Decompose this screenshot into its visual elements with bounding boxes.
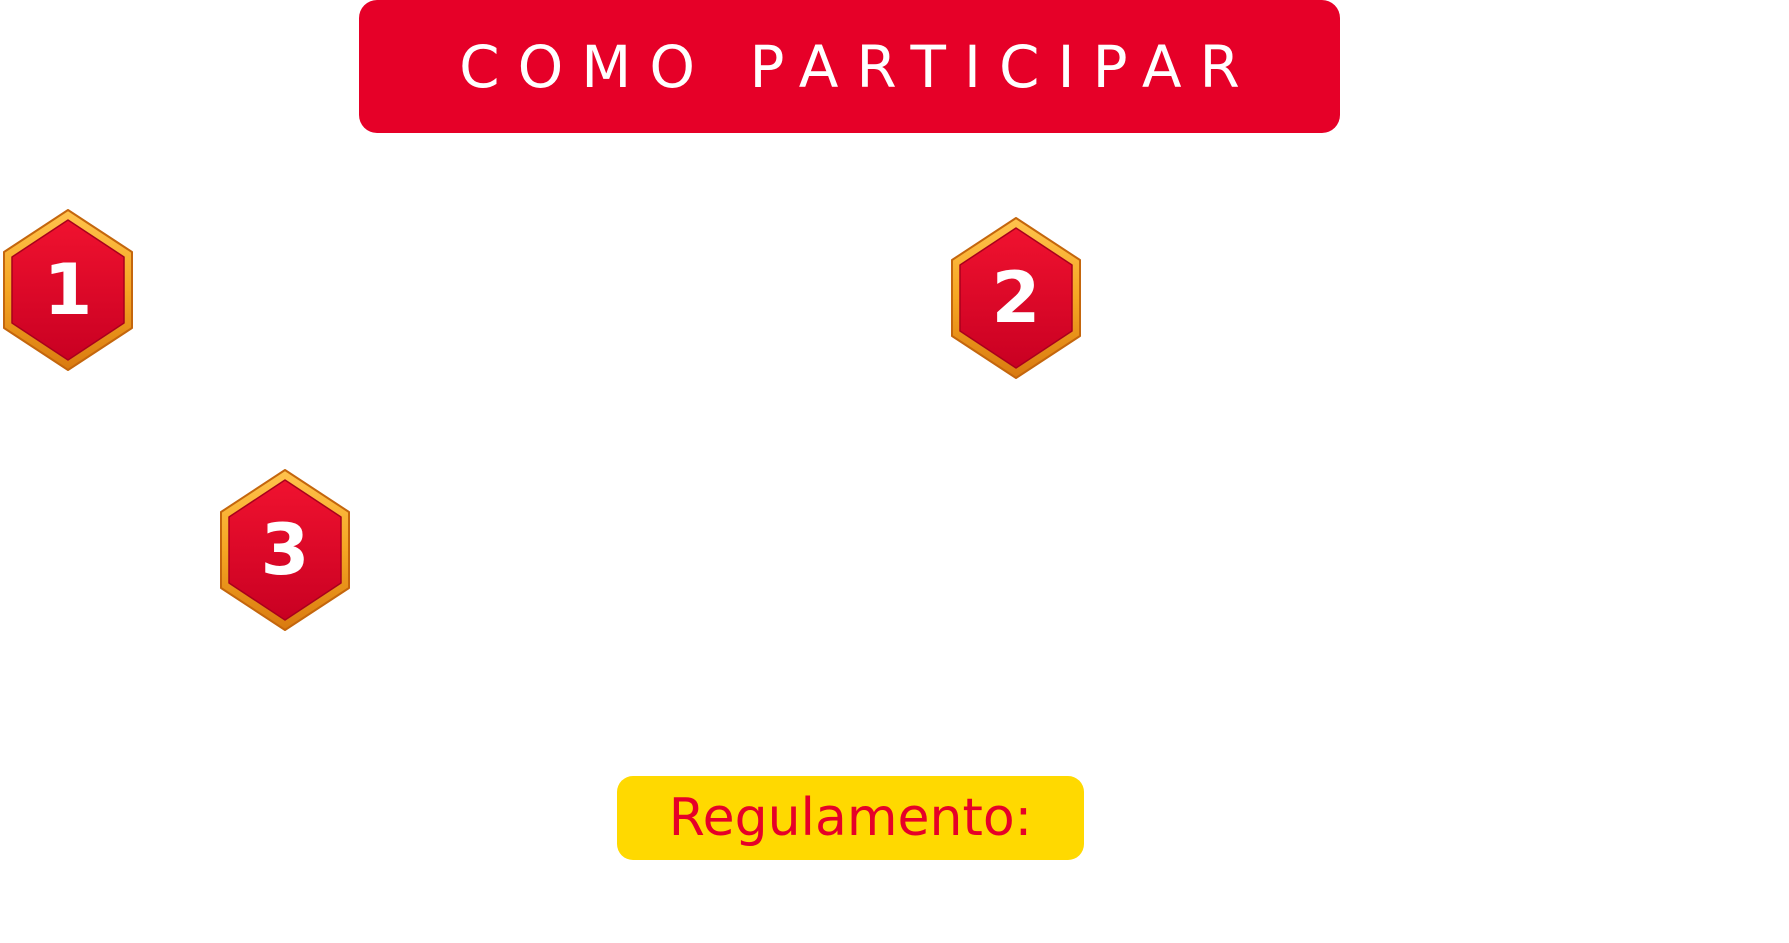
step-badge-1: 1 bbox=[0, 208, 136, 372]
step-badge-3: 3 bbox=[217, 468, 353, 632]
title-banner: COMO PARTICIPAR bbox=[359, 0, 1340, 133]
step-badge-2: 2 bbox=[948, 216, 1084, 380]
regulamento-label: Regulamento: bbox=[668, 788, 1033, 848]
page-title: COMO PARTICIPAR bbox=[459, 32, 1258, 101]
hexagon-badge-icon bbox=[3, 209, 133, 371]
hexagon-badge-icon bbox=[220, 469, 350, 631]
hexagon-badge-icon bbox=[951, 217, 1081, 379]
regulamento-button[interactable]: Regulamento: bbox=[617, 776, 1084, 860]
